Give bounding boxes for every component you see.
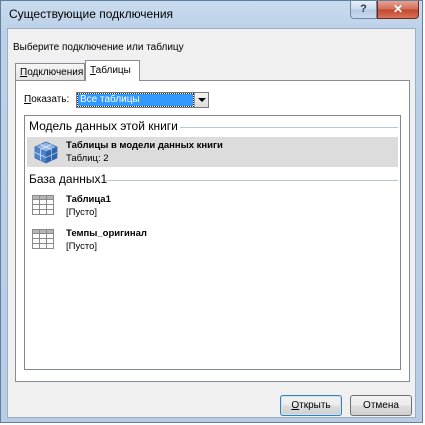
open-button[interactable]: Открыть: [280, 395, 342, 416]
tab-connections-label: одключения: [27, 67, 84, 78]
show-filter-label-text: оказать:: [31, 94, 70, 105]
dialog-body: Выберите подключение или таблицу Подключ…: [7, 28, 416, 418]
list-item-title: Таблица1: [66, 194, 111, 205]
list-item-data-model-tables[interactable]: Таблицы в модели данных книги Таблиц: 2: [27, 137, 398, 167]
tab-connections[interactable]: Подключения: [15, 63, 85, 80]
dialog-window: Существующие подключения ? ✕ Выберите по…: [0, 0, 423, 423]
prompt-text: Выберите подключение или таблицу: [13, 42, 184, 53]
list-item-table1[interactable]: Таблица1 [Пусто]: [27, 191, 398, 221]
cancel-button[interactable]: Отмена: [350, 395, 412, 416]
open-button-accel: О: [291, 400, 300, 411]
window-title: Существующие подключения: [9, 7, 174, 21]
tab-tables[interactable]: Таблицы: [85, 60, 140, 81]
show-filter-dropdown[interactable]: Все таблицы: [76, 92, 209, 108]
open-button-label: ткрыть: [299, 400, 331, 411]
show-filter-label: Показать:: [24, 94, 69, 105]
list-item-subtitle: Таблиц: 2: [66, 153, 109, 164]
list-item-tempy-original[interactable]: Темпы_оригинал [Пусто]: [27, 225, 398, 255]
table-grid-icon: [32, 229, 54, 249]
group-divider: [105, 180, 398, 181]
list-item-title: Таблицы в модели данных книги: [66, 140, 223, 151]
tables-list[interactable]: Модель данных этой книги Таблицы в модел…: [24, 115, 401, 370]
list-item-title: Темпы_оригинал: [66, 228, 147, 239]
group-header-database: База данных1: [29, 172, 108, 186]
table-grid-icon: [32, 195, 54, 215]
group-header-data-model: Модель данных этой книги: [29, 119, 178, 133]
list-item-subtitle: [Пусто]: [66, 207, 98, 218]
close-button[interactable]: ✕: [377, 1, 419, 19]
tables-tab-panel: Показать: Все таблицы Модель данных этой…: [15, 80, 410, 382]
chevron-down-icon[interactable]: [194, 93, 208, 107]
show-filter-value: Все таблицы: [77, 93, 194, 107]
help-button[interactable]: ?: [350, 1, 377, 19]
list-item-subtitle: [Пусто]: [66, 241, 98, 252]
tab-tables-label: аблицы: [95, 65, 131, 76]
title-bar[interactable]: Существующие подключения ? ✕: [1, 1, 422, 27]
data-model-cube-icon: [34, 141, 58, 164]
group-divider: [180, 127, 398, 128]
